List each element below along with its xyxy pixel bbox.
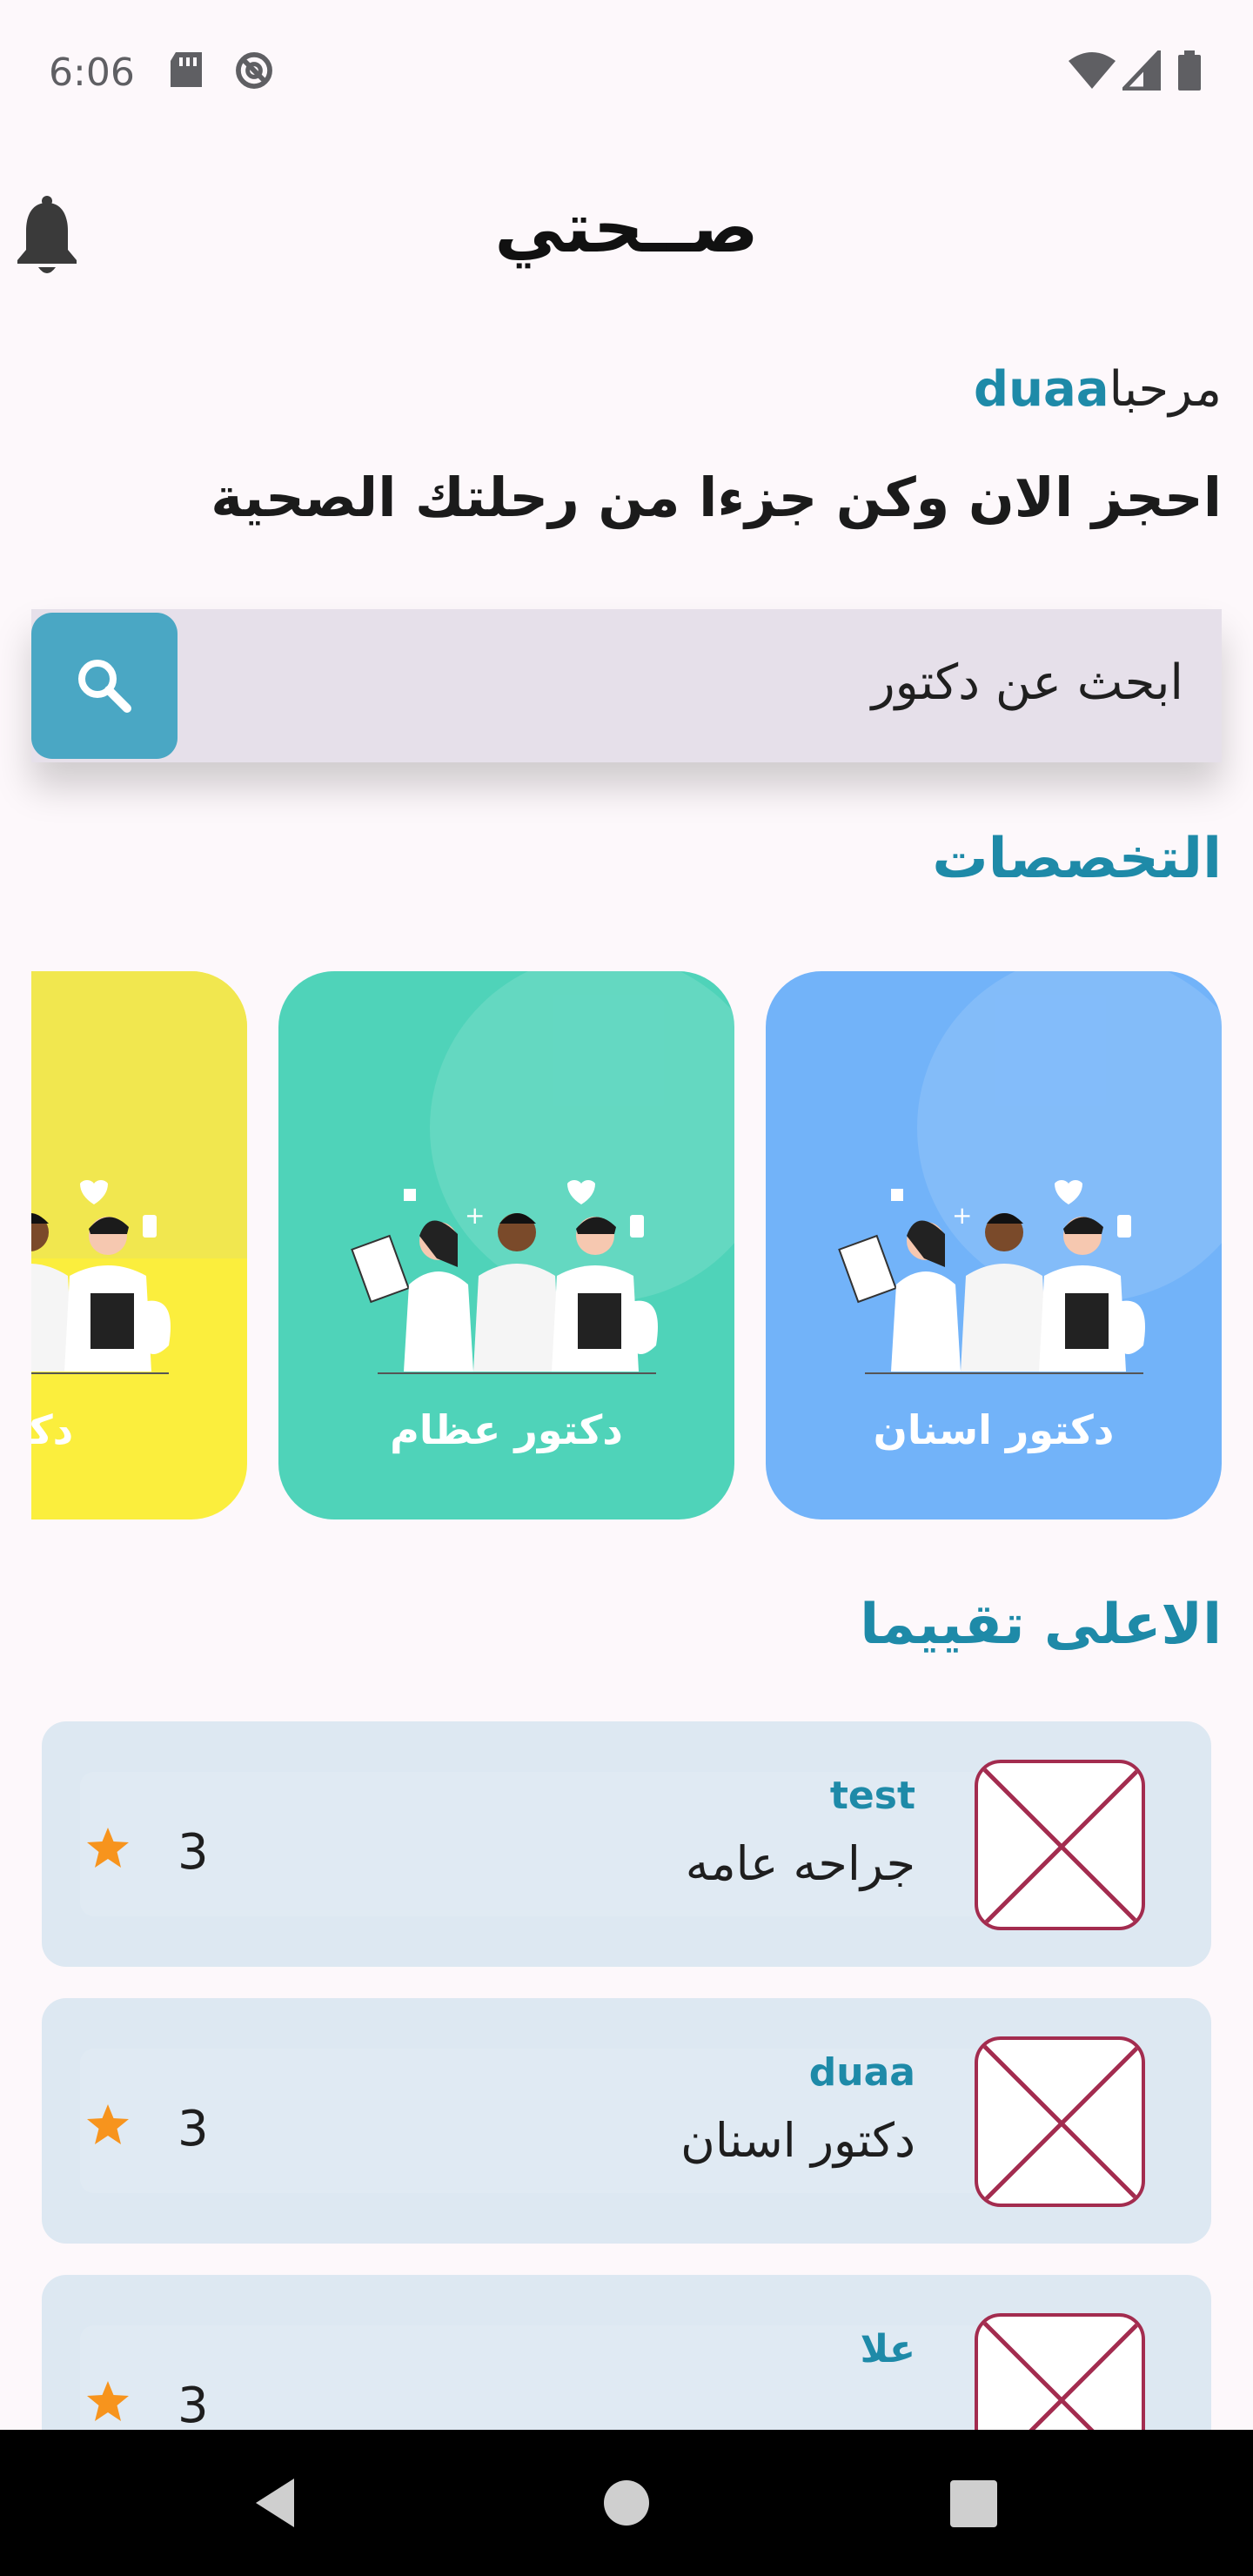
specialty-label: دكتور اسنان <box>873 1406 1115 1453</box>
doctor-rating: 3 <box>178 1824 209 1881</box>
battery-icon <box>1178 50 1201 91</box>
greeting-username: duaa <box>973 361 1109 418</box>
specialties-carousel[interactable]: + دكتور اسنان + دكتور عظام دك <box>31 957 1222 1549</box>
specialty-card-dentist[interactable]: + دكتور اسنان <box>766 971 1222 1519</box>
subtitle: احجز الان وكن جزءا من رحلتك الصحية <box>211 466 1222 529</box>
specialty-label: دكتور عظام <box>390 1406 623 1453</box>
star-icon <box>87 1828 129 1868</box>
top-rated-title: الاعلى تقييما <box>860 1593 1222 1657</box>
status-time: 6:06 <box>49 50 135 95</box>
cell-signal-icon <box>1122 50 1161 91</box>
doctor-name: duaa <box>808 2050 915 2095</box>
search-input[interactable]: ابحث عن دكتور <box>872 654 1183 711</box>
specialties-title: التخصصات <box>932 827 1222 891</box>
broken-image-icon <box>982 1767 1142 1927</box>
search-icon <box>78 660 131 713</box>
doctor-specialty: جراحه عامه <box>685 1836 915 1891</box>
doctor-card[interactable]: duaa دكتور اسنان 3 <box>42 1998 1211 2244</box>
greeting-prefix: مرحبا <box>1109 361 1222 418</box>
specialty-label: دكتور <box>31 1406 74 1453</box>
app-title: صــحتي <box>494 187 759 268</box>
svg-text:+: + <box>952 1201 972 1230</box>
search-bar[interactable]: ابحث عن دكتور <box>31 609 1222 762</box>
svg-text:+: + <box>465 1201 485 1230</box>
star-icon <box>87 2104 129 2144</box>
home-icon[interactable] <box>602 2479 651 2527</box>
system-nav-bar <box>0 2430 1253 2576</box>
status-bar: 6:06 <box>0 0 1253 148</box>
search-button[interactable] <box>31 613 178 759</box>
doctor-rating: 3 <box>178 2378 209 2434</box>
doctor-image-broken <box>975 1760 1145 1930</box>
recents-icon[interactable] <box>950 2480 997 2527</box>
do-not-disturb-icon <box>236 52 272 89</box>
doctor-image-broken <box>975 2036 1145 2207</box>
doctor-card[interactable]: test جراحه عامه 3 <box>42 1721 1211 1967</box>
doctors-illustration-icon <box>31 1180 171 1374</box>
doctor-name: test <box>829 1774 915 1818</box>
doctor-rating: 3 <box>178 2101 209 2157</box>
doctor-specialty: دكتور اسنان <box>680 2113 915 2168</box>
doctors-illustration-icon: + <box>838 1180 1145 1374</box>
specialty-card-orthopedic[interactable]: + دكتور عظام <box>278 971 734 1519</box>
star-icon <box>87 2381 129 2421</box>
broken-image-icon <box>982 2043 1142 2204</box>
back-icon[interactable] <box>251 2475 299 2531</box>
specialty-card-partial[interactable]: دكتور <box>31 971 247 1519</box>
wifi-icon <box>1069 52 1116 89</box>
doctor-name: علا <box>860 2327 915 2371</box>
greeting: مرحباduaa <box>974 361 1222 418</box>
sd-card-icon <box>171 52 202 87</box>
doctors-illustration-icon: + <box>351 1180 658 1374</box>
